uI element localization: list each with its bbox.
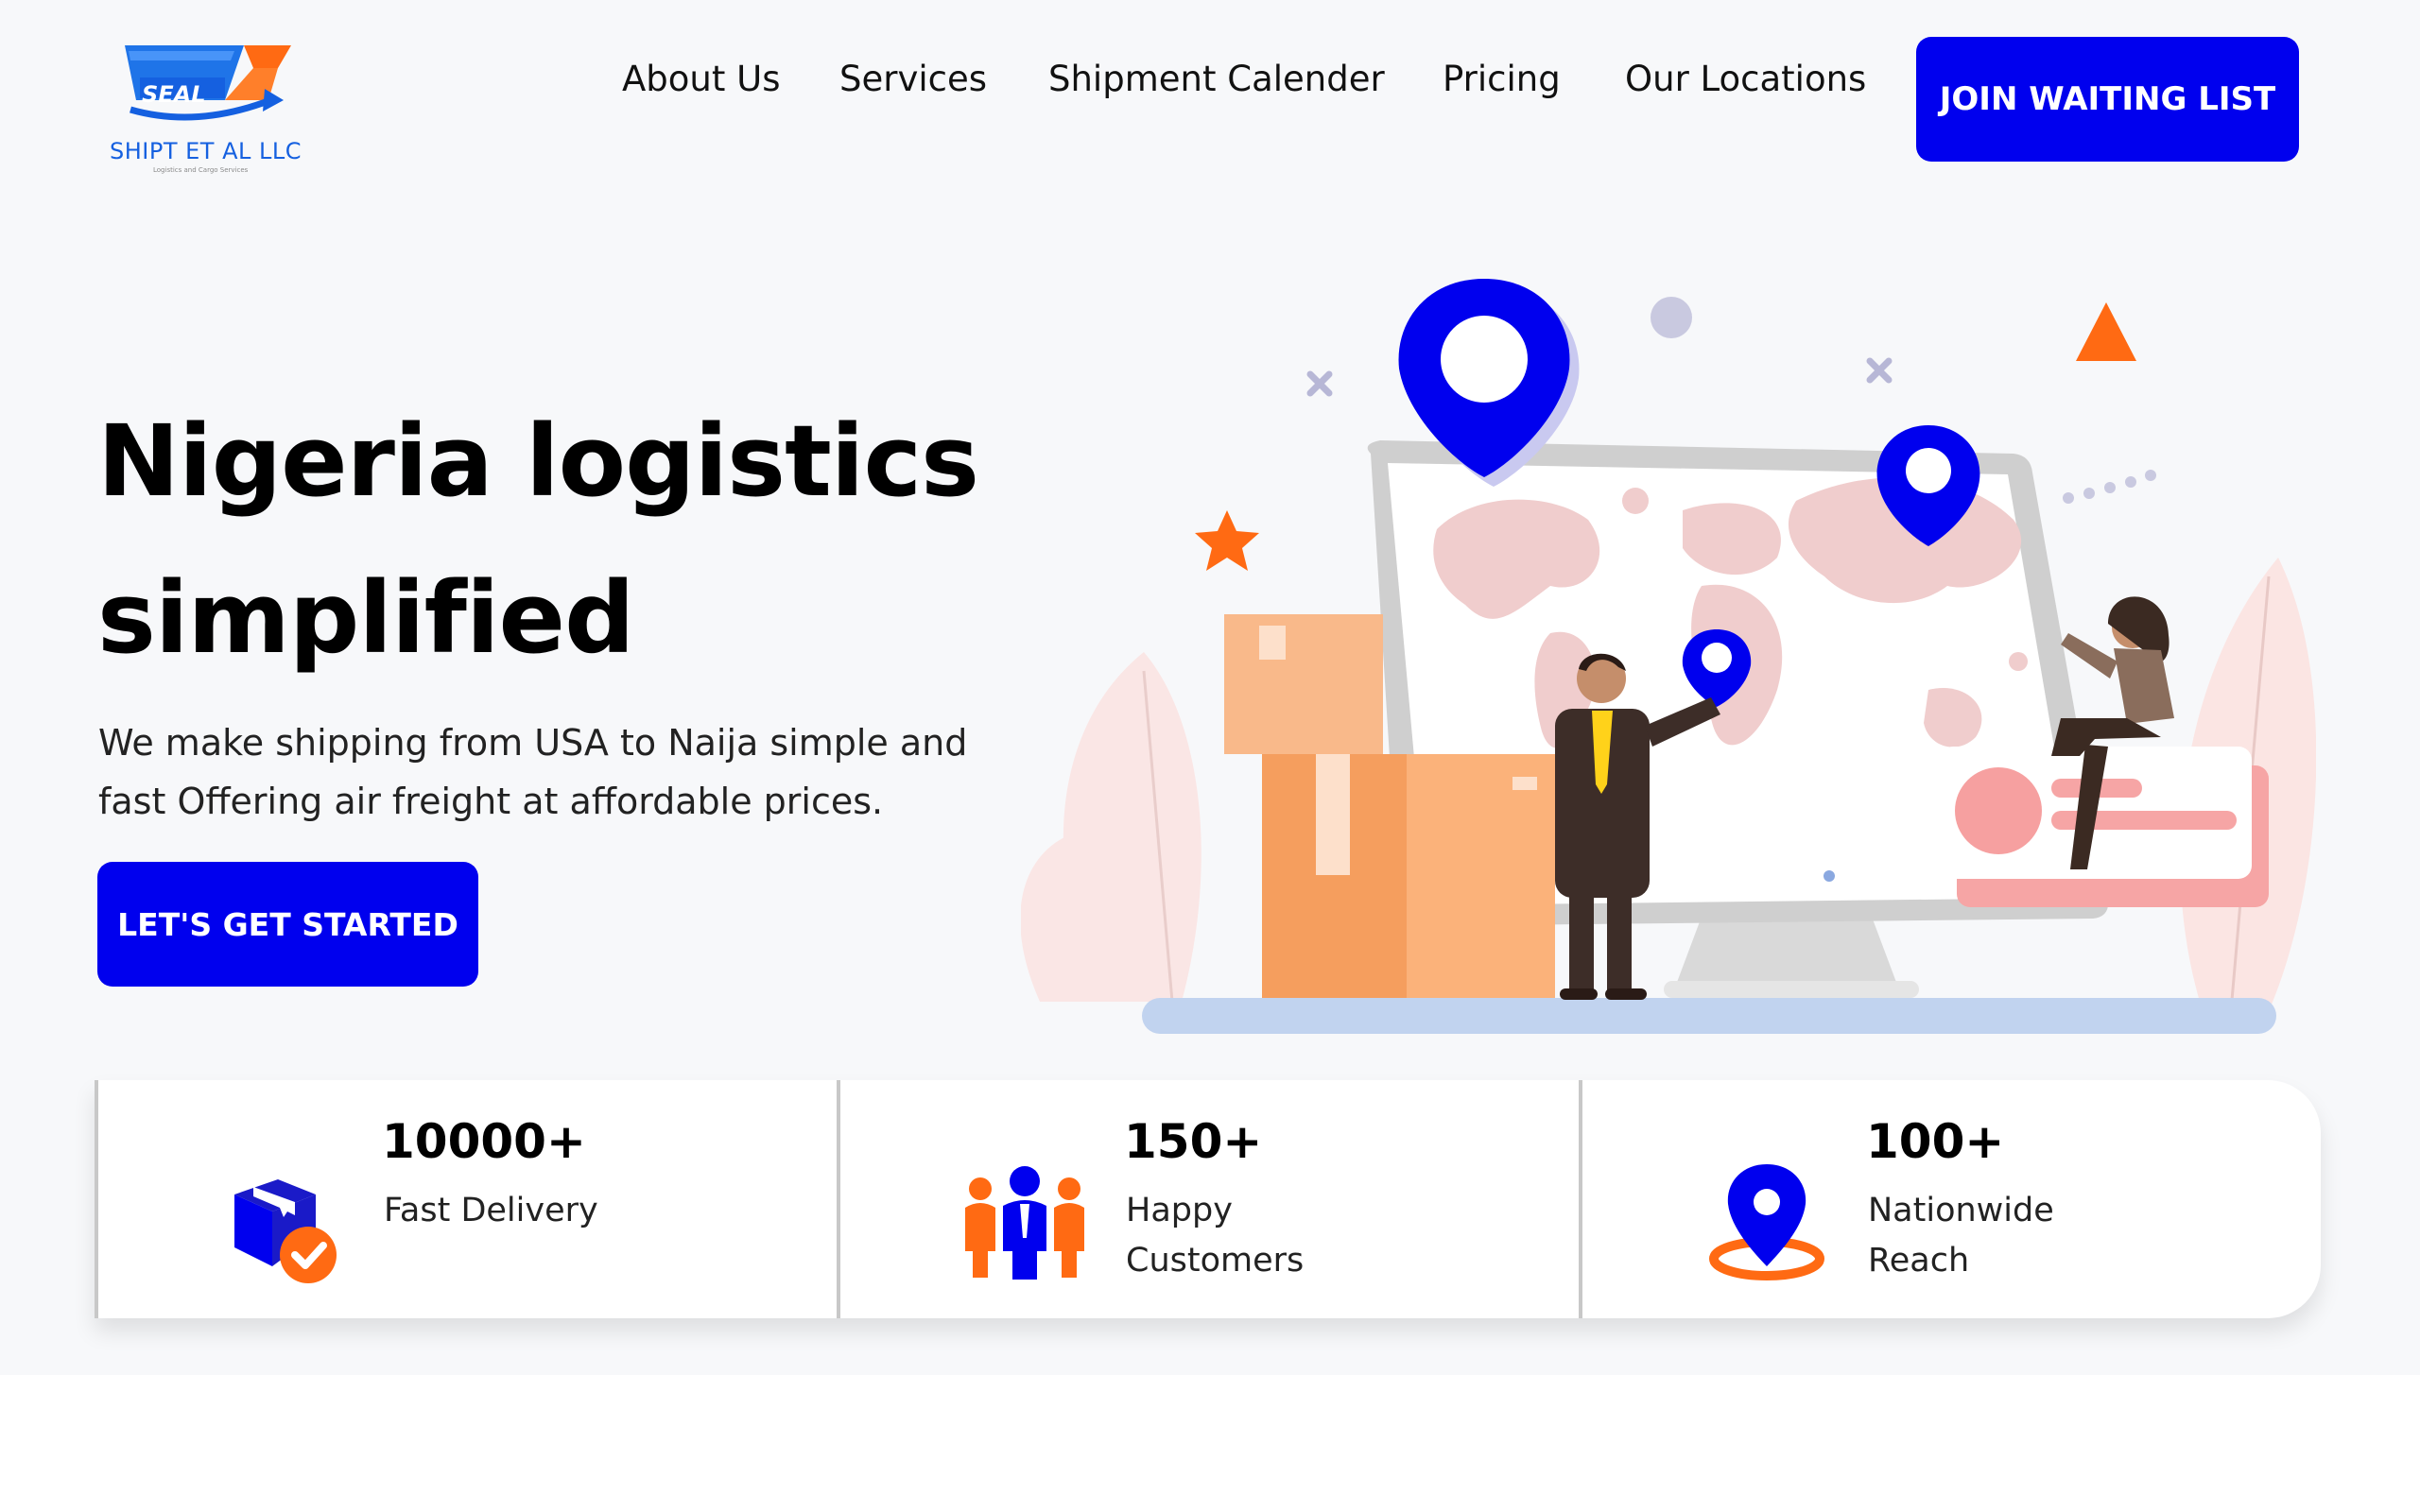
brand-tagline: Logistics and Cargo Services [153, 166, 249, 174]
stat-card-reach: 100+ Nationwide Reach [1579, 1080, 2322, 1318]
join-waiting-list-button[interactable]: JOIN WAITING LIST [1916, 37, 2299, 162]
delivery-box-check-icon [234, 1179, 337, 1283]
stat-label-reach: Nationwide Reach [1868, 1192, 2054, 1280]
customers-group-icon [965, 1166, 1084, 1280]
logo-mark-text: SEAL [142, 81, 206, 108]
ground-platform [1142, 998, 2276, 1034]
hero-subtitle: We make shipping from USA to Naija simpl… [98, 722, 968, 822]
landing-page: SHIPT ET AL LLC Logistics and Cargo Serv… [0, 0, 2420, 1512]
hero-title-line2: simplified [97, 560, 635, 676]
nav-about-us[interactable]: About Us [622, 59, 781, 99]
nav-services[interactable]: Services [839, 59, 987, 99]
nav-pricing[interactable]: Pricing [1443, 59, 1561, 99]
stat-value-delivery: 10000+ [382, 1114, 586, 1169]
stat-value-reach: 100+ [1866, 1114, 2005, 1169]
stat-card-customers: 150+ Happy Customers [837, 1080, 1580, 1318]
hero-title-line1: Nigeria logistics [97, 404, 979, 519]
location-pin-icon [1709, 1164, 1824, 1280]
hero-title: Nigeria logistics simplified [97, 383, 1043, 696]
stat-card-delivery: 10000+ Fast Delivery [95, 1080, 838, 1318]
stat-label-customers: Happy Customers [1126, 1192, 1305, 1280]
stat-label-delivery: Fast Delivery [384, 1192, 598, 1229]
stats-panel: 10000+ Fast Delivery 150+ Happy Customer… [95, 1080, 2321, 1318]
get-started-button[interactable]: LET'S GET STARTED [97, 862, 478, 987]
brand-name: SHIPT ET AL LLC [110, 138, 302, 164]
nav-our-locations[interactable]: Our Locations [1625, 59, 1866, 99]
plant-left-illustration [1021, 652, 1201, 1003]
stat-value-customers: 150+ [1124, 1114, 1263, 1169]
hero-illustration [1021, 279, 2316, 1034]
nav-shipment-calender[interactable]: Shipment Calender [1048, 59, 1385, 99]
